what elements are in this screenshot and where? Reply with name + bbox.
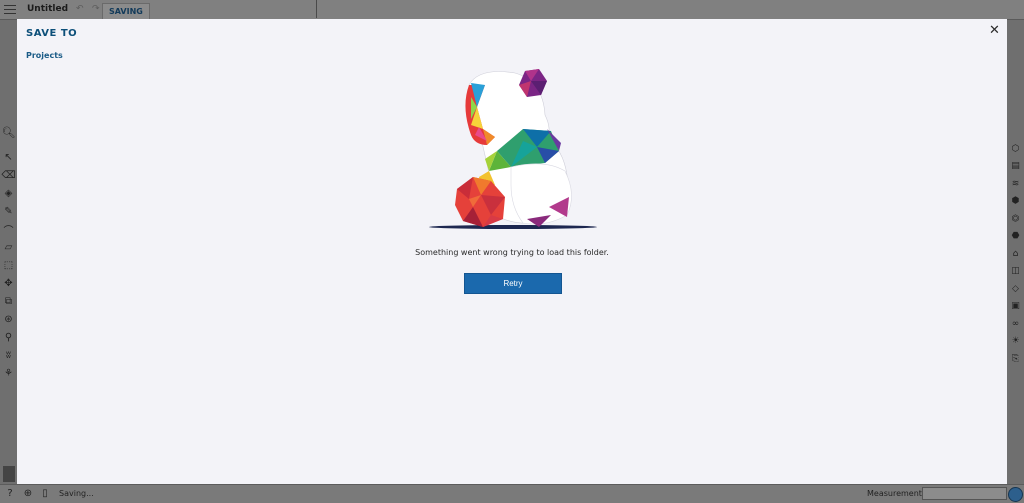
save-to-dialog: SAVE TO ✕ Projects Something went wrong …	[17, 19, 1007, 484]
solar-icon[interactable]: ☀	[1007, 333, 1024, 351]
styles-icon[interactable]: ⬢	[1007, 193, 1024, 211]
hamburger-menu-icon[interactable]	[4, 5, 16, 14]
status-bar: ? ⊕ ▯ Saving... Measurements	[0, 484, 1024, 503]
display-icon[interactable]: ▣	[1007, 298, 1024, 316]
search-icon[interactable]: 🔍︎	[0, 122, 17, 142]
move-icon[interactable]: ✥	[0, 274, 17, 292]
credit-icon[interactable]: ▯	[39, 488, 51, 500]
undo-icon[interactable]: ↶	[76, 4, 84, 14]
saving-badge: SAVING	[102, 3, 150, 20]
globe-icon[interactable]	[1008, 487, 1023, 502]
paint-bucket-icon[interactable]: ◈	[0, 184, 17, 202]
tags-icon[interactable]: ◇	[1007, 280, 1024, 298]
scenes-icon[interactable]: ⏣	[1007, 210, 1024, 228]
offset-icon[interactable]: ⧉	[0, 292, 17, 310]
measurements-label: Measurements	[867, 489, 927, 498]
close-icon[interactable]: ✕	[989, 23, 1000, 38]
document-title: Untitled	[27, 4, 69, 14]
push-pull-icon[interactable]: ⬚	[0, 256, 17, 274]
components-icon[interactable]: ▤	[1007, 158, 1024, 176]
3d-warehouse-icon[interactable]: ◫	[1007, 263, 1024, 281]
entity-info-icon[interactable]: ⬡	[1007, 140, 1024, 158]
error-illustration	[429, 69, 597, 229]
layers-icon[interactable]: ≋	[1007, 175, 1024, 193]
geo-location-icon[interactable]: ⊕	[22, 488, 34, 500]
materials-icon[interactable]: ⬣	[1007, 228, 1024, 246]
eraser-icon[interactable]: ⌫	[0, 166, 17, 184]
clipboard-icon[interactable]: ⎘	[1007, 350, 1024, 368]
pencil-icon[interactable]: ✎	[0, 202, 17, 220]
glasses-icon[interactable]: ∞	[1007, 315, 1024, 333]
rectangle-icon[interactable]: ▱	[0, 238, 17, 256]
tape-measure-icon[interactable]: ⚲	[0, 328, 17, 346]
status-text: Saving...	[59, 489, 94, 498]
top-bar: Untitled ↶ ↷ SAVING	[0, 0, 1024, 20]
redo-icon[interactable]: ↷	[92, 4, 100, 14]
section-icon[interactable]: ⚘	[0, 364, 17, 382]
error-message: Something went wrong trying to load this…	[415, 248, 609, 257]
help-icon[interactable]: ?	[4, 488, 16, 500]
measurements-input[interactable]	[922, 487, 1007, 500]
left-toolbar: 🔍︎ ↖ ⌫ ◈ ✎ ⌒ ▱ ⬚ ✥ ⧉ ⊛ ⚲ ʬ ⚘	[0, 122, 17, 382]
arc-icon[interactable]: ⌒	[0, 220, 17, 238]
outliner-icon[interactable]: ⌂	[1007, 245, 1024, 263]
select-icon[interactable]: ↖	[0, 148, 17, 166]
divider	[316, 0, 317, 18]
walk-icon[interactable]: ʬ	[0, 346, 17, 364]
orbit-icon[interactable]: ⊛	[0, 310, 17, 328]
breadcrumb-projects[interactable]: Projects	[26, 51, 63, 60]
dialog-title: SAVE TO	[26, 28, 78, 39]
retry-button[interactable]: Retry	[464, 273, 562, 294]
color-swatch	[3, 466, 15, 482]
right-toolbar: ⬡ ▤ ≋ ⬢ ⏣ ⬣ ⌂ ◫ ◇ ▣ ∞ ☀ ⎘	[1007, 140, 1024, 368]
